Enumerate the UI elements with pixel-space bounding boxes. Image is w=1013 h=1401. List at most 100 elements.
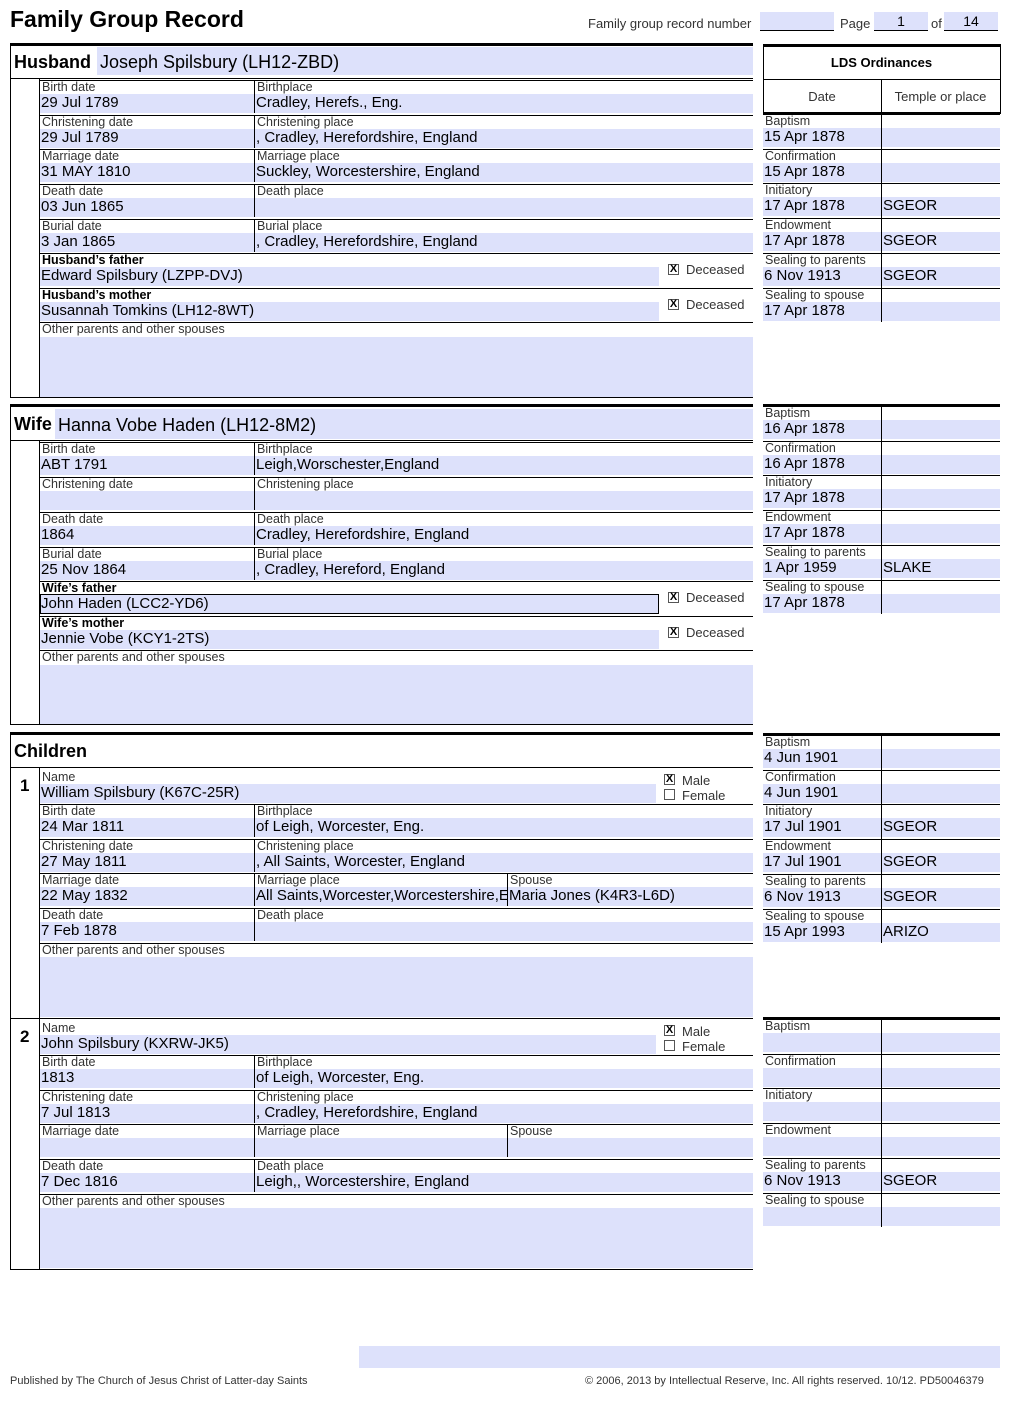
record-number-field[interactable] (760, 12, 834, 30)
child-2-baptism-temple[interactable] (882, 1033, 1000, 1052)
child-1-spouse-field-value: Maria Jones (K4R3-L6D) (509, 887, 675, 905)
child-2-sealing-parents-temple-value: SGEOR (883, 1171, 938, 1189)
wife-sealing-parents-date-value: 1 Apr 1959 (764, 558, 837, 576)
wife-sealing-spouse-date-value: 17 Apr 1878 (764, 593, 845, 611)
husband-mother-deceased-checkbox[interactable]: X (668, 299, 679, 310)
child-2-other-parents-field[interactable] (40, 1207, 753, 1268)
child-1-death-place-field[interactable] (255, 922, 753, 942)
child-1-baptism-label: Baptism (765, 735, 811, 749)
child-2-endowment-date[interactable] (763, 1137, 881, 1157)
husband-death-place-field[interactable] (255, 198, 753, 218)
child-1-sealing-parents-temple-value: SGEOR (883, 887, 938, 905)
wife-christening-place-field[interactable] (255, 490, 753, 510)
wife-mother-deceased-checkbox[interactable]: X (668, 627, 679, 638)
wife-death-date-label: Death date (42, 511, 104, 526)
child-2-row-divider (254, 1089, 255, 1123)
wife-christening-date-field[interactable] (40, 490, 254, 510)
wife-sealing-parents-label: Sealing to parents (765, 544, 866, 559)
husband-confirmation-temple[interactable] (882, 162, 1000, 182)
child-2-initiatory-temple[interactable] (882, 1102, 1000, 1122)
husband-sealing-spouse-temple[interactable] (882, 301, 1000, 321)
wife-mother-deceased-label: Deceased (686, 625, 745, 640)
wife-father-deceased-checkbox[interactable]: X (668, 592, 679, 603)
divider (10, 78, 753, 79)
child-2-male-label: Male (682, 1024, 711, 1039)
wife-baptism-temple[interactable] (882, 420, 1000, 439)
child-1-marriage-date-label: Marriage date (42, 873, 120, 888)
child-1-confirmation-label: Confirmation (765, 769, 836, 784)
wife-initiatory-label: Initiatory (765, 475, 813, 490)
child-2-marriage-place-field[interactable] (255, 1138, 507, 1158)
child-2-marriage-date-label: Marriage date (42, 1124, 120, 1139)
child-1-sealing-parents-label: Sealing to parents (765, 873, 866, 888)
husband-confirmation-label: Confirmation (765, 148, 836, 163)
wife-father-deceased-label: Deceased (686, 590, 745, 605)
child-1-name-field-value: William Spilsbury (K67C-25R) (41, 784, 240, 801)
child-1-row-divider (254, 838, 255, 872)
child-1-col-divider (881, 735, 882, 944)
child-2-sealing-spouse-label: Sealing to spouse (765, 1192, 865, 1207)
child-1-row-divider (507, 873, 508, 907)
child-2-female-label: Female (682, 1039, 726, 1054)
child-2-female-checkbox[interactable] (664, 1040, 675, 1051)
child-2-death-date-field-value: 7 Dec 1816 (41, 1173, 118, 1191)
wife-sealing-spouse-label: Sealing to spouse (765, 579, 865, 594)
child-1-female-checkbox[interactable] (664, 789, 675, 800)
divider (40, 616, 753, 617)
total-pages: 14 (963, 13, 979, 29)
wife-initiatory-temple[interactable] (882, 489, 1000, 509)
wife-mother-field-value: Jennie Vobe (KCY1-2TS) (41, 630, 210, 647)
lds-ordinances-title: LDS Ordinances (830, 55, 933, 70)
child-2-other-parents-label: Other parents and other spouses (42, 1193, 225, 1208)
husband-initiatory-date-value: 17 Apr 1878 (764, 197, 845, 215)
child-1-christening-date-label: Christening date (42, 838, 134, 853)
husband-mother-label: Husband’s mother (42, 288, 152, 302)
child-2-number: 2 (20, 1027, 30, 1046)
child-2-baptism-date[interactable] (763, 1033, 881, 1052)
child-1-other-parents-field[interactable] (40, 956, 753, 1017)
child-2-spouse-field[interactable] (508, 1138, 753, 1158)
child-1-sealing-spouse-temple-value: ARIZO (883, 922, 929, 940)
wife-birth-place-top-border (255, 442, 753, 443)
record-number-underline (760, 30, 834, 31)
publisher-text: Published by The Church of Jesus Christ … (10, 1375, 308, 1387)
child-1-confirmation-temple[interactable] (882, 783, 1000, 803)
wife-sealing-spouse-temple[interactable] (882, 593, 1000, 613)
child-2-birth-date-label: Birth date (42, 1055, 96, 1069)
copyright-text: © 2006, 2013 by Intellectual Reserve, In… (585, 1375, 984, 1387)
wife-row-divider (254, 511, 255, 545)
husband-initiatory-temple-value: SGEOR (883, 197, 938, 215)
husband-father-deceased-checkbox[interactable]: X (668, 264, 679, 275)
child-2-sealing-spouse-date[interactable] (763, 1206, 881, 1226)
wife-confirmation-temple[interactable] (882, 454, 1000, 474)
husband-initiatory-label: Initiatory (765, 183, 813, 198)
child-2-row-divider (507, 1124, 508, 1158)
child-2-confirmation-temple[interactable] (882, 1067, 1000, 1087)
child-2-endowment-temple[interactable] (882, 1137, 1000, 1157)
husband-baptism-temple[interactable] (882, 128, 1000, 147)
husband-other-parents-label: Other parents and other spouses (42, 322, 225, 336)
husband-sealing-spouse-label: Sealing to spouse (765, 287, 865, 302)
child-1-marriage-place-label: Marriage place (257, 873, 340, 888)
child-1-male-label: Male (682, 773, 711, 788)
child-1-confirmation-date-value: 4 Jun 1901 (764, 783, 839, 801)
husband-other-parents-field[interactable] (40, 337, 753, 398)
child-2-marriage-date-field[interactable] (40, 1138, 254, 1158)
child-1-male-checkbox[interactable]: X (664, 774, 675, 785)
child-2-male-checkbox[interactable]: X (664, 1025, 675, 1036)
husband-christening-place-label: Christening place (257, 114, 354, 129)
wife-other-parents-field[interactable] (40, 665, 753, 724)
child-2-christening-place-field-value: , Cradley, Herefordshire, England (256, 1103, 478, 1121)
child-2-sealing-spouse-temple[interactable] (882, 1206, 1000, 1226)
child-2-confirmation-date[interactable] (763, 1067, 881, 1087)
child-2-initiatory-date[interactable] (763, 1102, 881, 1122)
wife-endowment-temple[interactable] (882, 524, 1000, 544)
footer-field[interactable] (359, 1346, 1000, 1368)
child-1-death-place-label: Death place (257, 908, 324, 923)
child-1-baptism-temple[interactable] (882, 749, 1000, 768)
child-1-death-date-label: Death date (42, 908, 104, 923)
divider (40, 253, 753, 254)
lds-right-border (1000, 44, 1001, 114)
husband-left-border (10, 43, 11, 398)
wife-endowment-label: Endowment (765, 510, 832, 525)
